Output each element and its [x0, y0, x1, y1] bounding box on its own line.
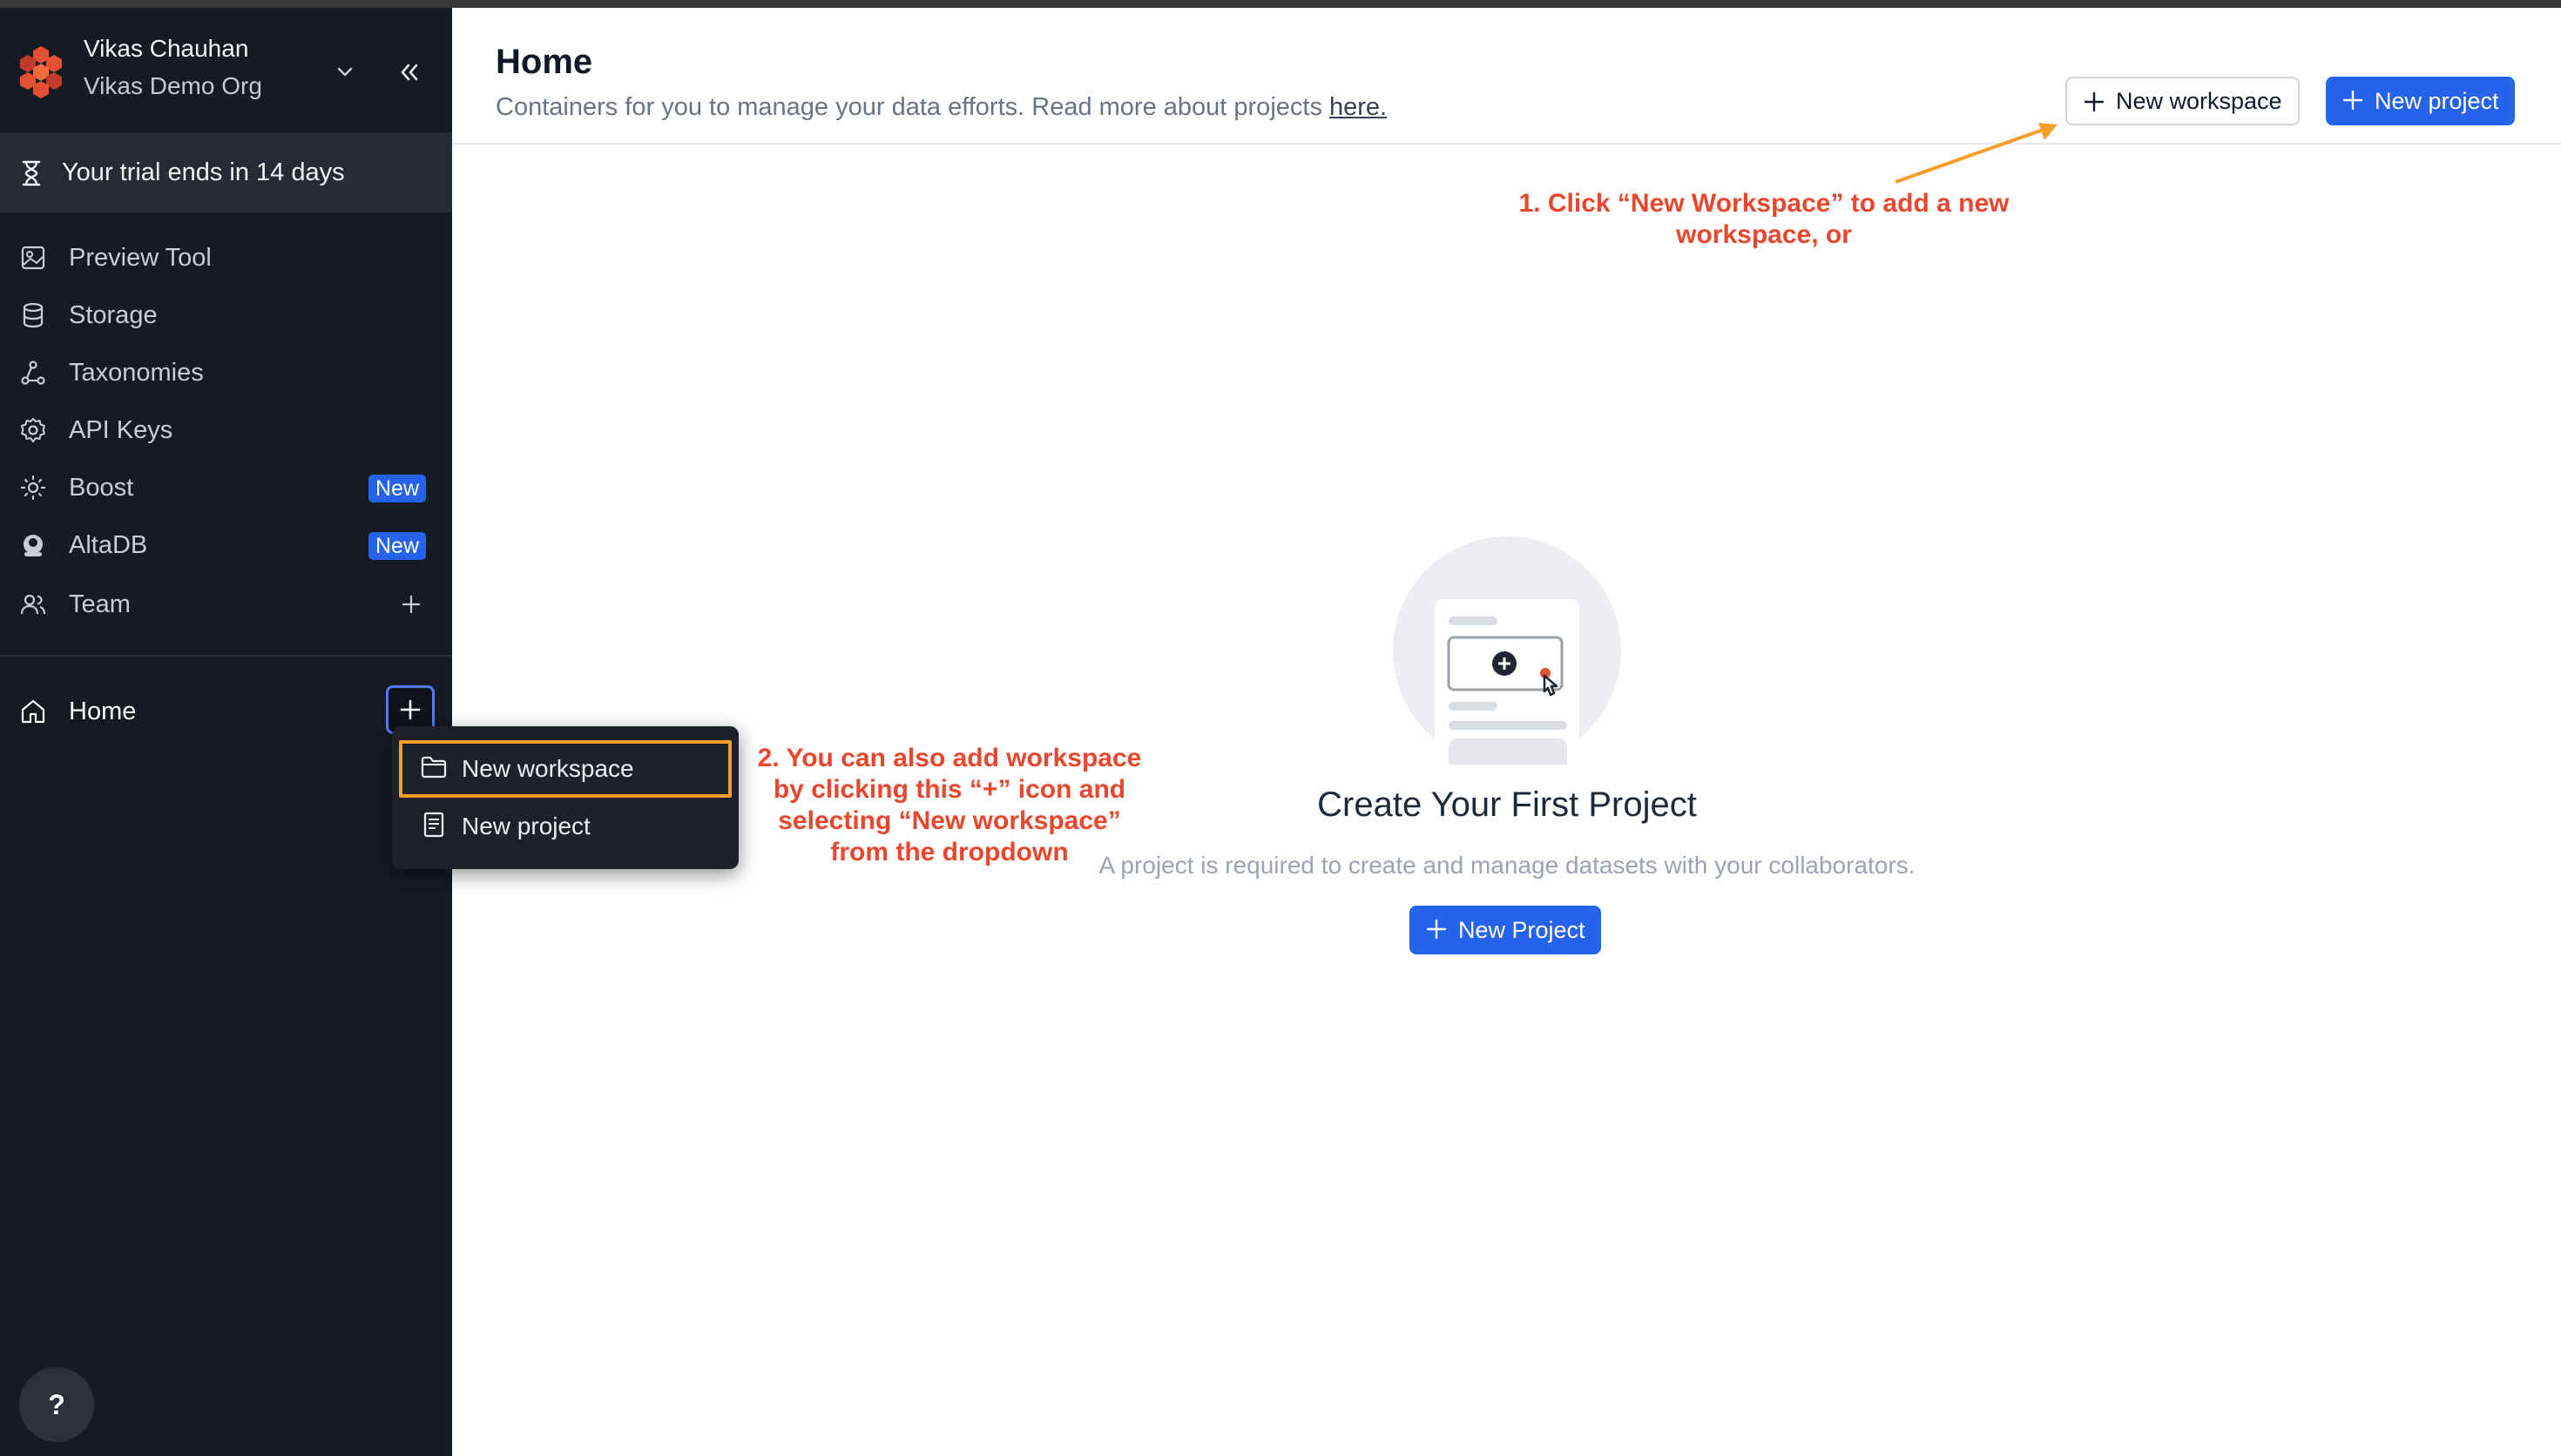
annotation-step-1: 1. Click “New Workspace” to add a new wo… [1518, 189, 2010, 249]
document-icon [423, 812, 444, 838]
subtitle-text: Containers for you to manage your data e… [496, 93, 1329, 121]
folder-icon [421, 756, 447, 779]
user-switcher[interactable]: Vikas Chauhan Vikas Demo Org [0, 8, 452, 132]
empty-state-title: Create Your First Project [1317, 785, 1697, 824]
plus-icon [2342, 90, 2363, 111]
annotation-arrow [1895, 123, 2058, 184]
new-workspace-button[interactable]: New workspace [2065, 77, 2300, 125]
org-name: Vikas Demo Org [84, 72, 262, 99]
sidebar-item-home[interactable]: Home [0, 685, 452, 739]
help-button[interactable]: ? [19, 1367, 94, 1442]
sidebar-item-label: Storage [69, 301, 158, 329]
sidebar-item-label: Preview Tool [69, 244, 212, 272]
altadb-icon [24, 535, 43, 556]
sidebar-item-boost[interactable]: Boost New [0, 462, 452, 514]
empty-project-illustration [1393, 536, 1621, 765]
sidebar-item-taxonomies[interactable]: Taxonomies [0, 347, 452, 399]
sidebar-item-label: Team [69, 590, 131, 618]
sidebar-item-preview-tool[interactable]: Preview Tool [0, 232, 452, 284]
plus-icon [1426, 919, 1447, 940]
page-header: Home Containers for you to manage your d… [452, 8, 2561, 145]
sidebar-item-label: API Keys [69, 416, 173, 444]
sidebar-item-team[interactable]: Team [0, 578, 452, 630]
plus-icon [2084, 91, 2105, 112]
new-badge: New [368, 475, 427, 502]
sidebar-item-label: Taxonomies [69, 359, 204, 387]
new-workspace-label: New workspace [2116, 88, 2282, 114]
menu-item-new-project[interactable]: New project [399, 798, 732, 855]
sidebar-item-label: AltaDB [69, 531, 148, 559]
sidebar-item-label: Boost [69, 474, 134, 502]
menu-item-label: New workspace [462, 755, 634, 782]
hourglass-icon [22, 160, 41, 186]
user-name: Vikas Chauhan [84, 35, 249, 62]
home-icon [21, 699, 45, 724]
sidebar-item-altadb[interactable]: AltaDB New [0, 519, 452, 571]
logo-icon [20, 46, 62, 98]
collapse-sidebar-icon[interactable] [394, 57, 425, 88]
add-dropdown-menu: New workspace New project [392, 726, 739, 869]
gear-icon [21, 418, 45, 442]
sidebar-item-api-keys[interactable]: API Keys [0, 404, 452, 456]
chevron-down-icon[interactable] [331, 58, 359, 86]
page-subtitle: Containers for you to manage your data e… [496, 93, 1387, 122]
create-project-label: New Project [1458, 917, 1585, 943]
trial-banner[interactable]: Your trial ends in 14 days [0, 132, 452, 212]
menu-item-new-workspace[interactable]: New workspace [399, 740, 732, 798]
page-title: Home [496, 43, 593, 81]
preview-icon [21, 246, 45, 270]
hierarchy-icon [21, 361, 45, 385]
empty-state-description: A project is required to create and mana… [1098, 852, 1916, 879]
read-more-link[interactable]: here. [1329, 93, 1387, 121]
new-project-button[interactable]: New project [2326, 77, 2515, 125]
database-icon [23, 302, 44, 328]
sidebar-item-label: Home [69, 698, 137, 725]
sidebar-divider [0, 655, 452, 657]
users-icon [20, 594, 46, 615]
add-team-member-icon[interactable] [396, 590, 426, 619]
new-project-label: New project [2375, 88, 2499, 114]
sidebar-item-storage[interactable]: Storage [0, 289, 452, 341]
plus-icon [400, 699, 421, 720]
sun-icon [20, 475, 46, 501]
new-badge: New [368, 532, 427, 560]
trial-text: Your trial ends in 14 days [62, 158, 345, 186]
menu-item-label: New project [462, 812, 591, 839]
window-top-bar [0, 0, 2561, 8]
sidebar: Vikas Chauhan Vikas Demo Org Your trial … [0, 8, 452, 1456]
create-project-button[interactable]: New Project [1409, 906, 1601, 954]
